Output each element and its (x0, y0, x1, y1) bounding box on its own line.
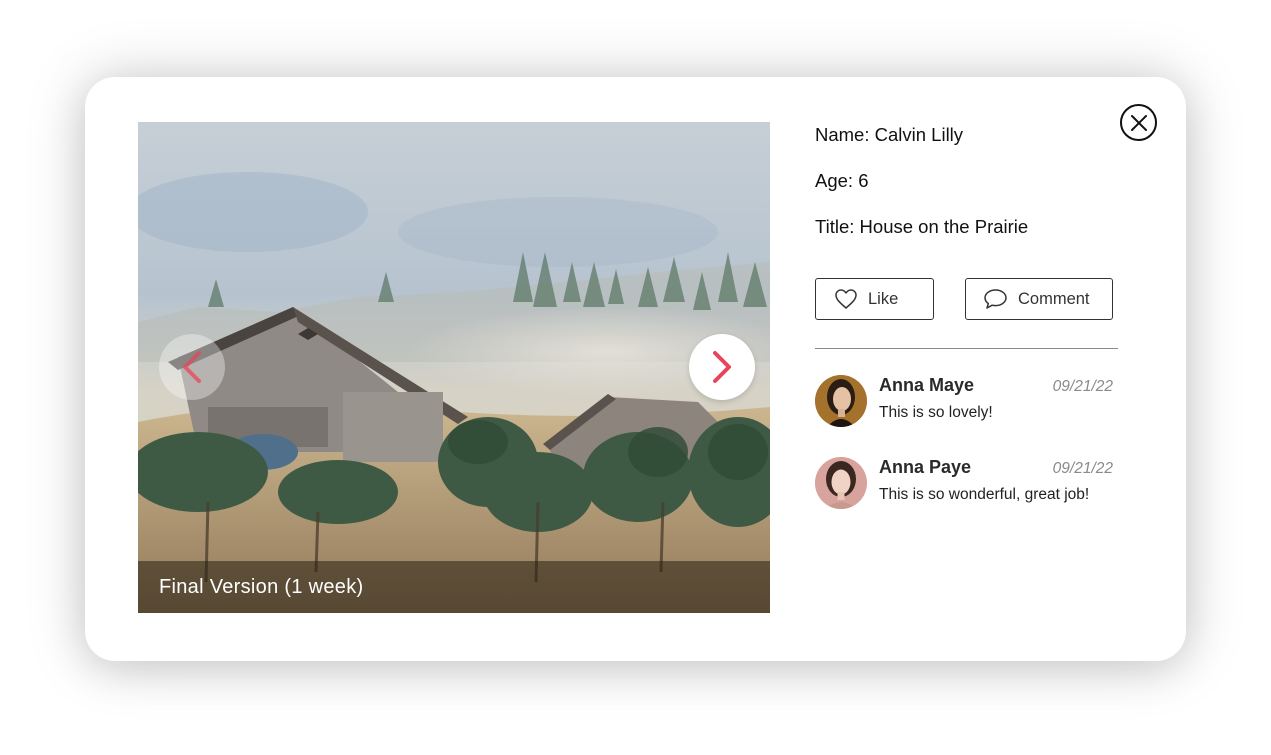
close-icon (1130, 114, 1147, 131)
like-button[interactable]: Like (815, 278, 934, 320)
comment-button[interactable]: Comment (965, 278, 1113, 320)
avatar (815, 375, 867, 427)
comment-date: 09/21/22 (1052, 460, 1113, 477)
chevron-right-icon (713, 351, 731, 383)
comment-text: This is so wonderful, great job! (879, 486, 1090, 503)
previous-image-button[interactable] (159, 334, 225, 400)
avatar (815, 457, 867, 509)
comment-date: 09/21/22 (1052, 378, 1113, 395)
comment-author: Anna Paye (879, 457, 972, 477)
artwork-info: Name: Calvin Lilly Age: 6 Title: House o… (815, 123, 1125, 261)
close-button[interactable] (1120, 104, 1157, 141)
divider (815, 348, 1118, 349)
comment-author: Anna Maye (879, 375, 975, 395)
image-caption: Final Version (1 week) (159, 575, 364, 598)
comment-item: Anna Paye 09/21/22 This is so wonderful,… (815, 457, 1115, 509)
artist-name: Name: Calvin Lilly (815, 124, 964, 145)
artwork-title: Title: House on the Prairie (815, 216, 1029, 237)
artwork-detail-modal: Final Version (1 week) Name: Calvin Lill… (85, 77, 1186, 661)
action-buttons: Like Comment (815, 278, 1125, 320)
heart-icon (834, 288, 858, 310)
next-image-button[interactable] (689, 334, 755, 400)
caption-bar: Final Version (1 week) (138, 561, 770, 613)
artist-age: Age: 6 (815, 170, 869, 191)
comment-item: Anna Maye 09/21/22 This is so lovely! (815, 375, 1115, 427)
chevron-left-icon (183, 351, 201, 383)
artwork-image (138, 122, 770, 613)
like-label: Like (868, 289, 899, 308)
image-viewer: Final Version (1 week) (138, 122, 770, 613)
comment-text: This is so lovely! (879, 404, 993, 421)
speech-bubble-icon (983, 288, 1008, 310)
comment-label: Comment (1018, 289, 1090, 308)
